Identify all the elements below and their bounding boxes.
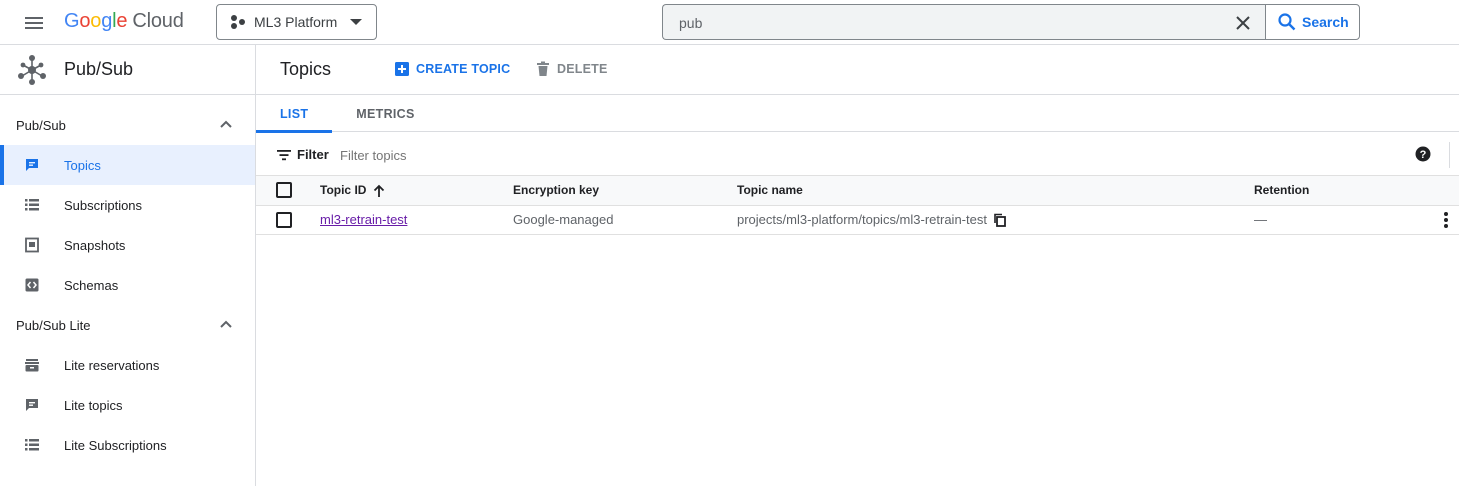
- filter-input[interactable]: [340, 145, 1240, 165]
- nav-section-label: Pub/Sub: [16, 117, 66, 133]
- reservation-icon: [24, 357, 40, 373]
- column-header-topic-name[interactable]: Topic name: [737, 176, 1254, 206]
- nav-section-pubsub[interactable]: Pub/Sub: [0, 105, 255, 145]
- sidebar-item-lite-subscriptions[interactable]: Lite Subscriptions: [0, 425, 255, 465]
- sidebar-item-label: Topics: [64, 157, 101, 173]
- row-select-cell: [256, 205, 320, 235]
- list-icon: [24, 437, 40, 453]
- sidebar-item-label: Lite reservations: [64, 357, 160, 373]
- sidebar-item-lite-topics[interactable]: Lite topics: [0, 385, 255, 425]
- snapshot-icon: [24, 237, 40, 253]
- tab-metrics[interactable]: METRICS: [332, 95, 438, 132]
- delete-label: DELETE: [557, 62, 608, 76]
- arrow-up-icon: [372, 184, 386, 198]
- table-row: ml3-retrain-test Google-managed projects…: [256, 205, 1459, 235]
- product-title: Pub/Sub: [64, 59, 134, 79]
- tab-list[interactable]: LIST: [256, 95, 333, 133]
- page-title: Topics: [280, 59, 332, 79]
- sidebar-item-topics[interactable]: Topics: [0, 145, 255, 185]
- column-label: Topic ID: [320, 182, 367, 197]
- create-topic-label: CREATE TOPIC: [416, 62, 511, 76]
- search-button-label: Search: [1302, 14, 1349, 30]
- more-vert-icon[interactable]: [1443, 211, 1449, 229]
- create-topic-button[interactable]: CREATE TOPIC: [394, 61, 510, 77]
- filter-icon: [276, 147, 292, 163]
- retention-cell: —: [1254, 205, 1429, 235]
- topic-name-cell: projects/ml3-platform/topics/ml3-retrain…: [737, 205, 1254, 235]
- project-icon: [230, 14, 246, 30]
- row-actions-cell: [1429, 205, 1459, 235]
- column-header-retention[interactable]: Retention: [1254, 176, 1429, 206]
- search-box: [662, 4, 1266, 40]
- copy-icon[interactable]: [993, 213, 1007, 228]
- topic-id-link[interactable]: ml3-retrain-test: [320, 212, 407, 227]
- menu-icon[interactable]: [22, 11, 46, 35]
- logo-cloud-word: Cloud: [132, 10, 184, 32]
- chevron-up-icon: [219, 319, 233, 329]
- sidebar-item-label: Snapshots: [64, 237, 126, 253]
- table-header-row: Topic ID Encryption key Topic name Reten…: [256, 176, 1459, 206]
- encryption-key-cell: Google-managed: [513, 205, 737, 235]
- logo-google-word: Google: [64, 10, 128, 32]
- row-checkbox[interactable]: [276, 211, 292, 228]
- divider: [1449, 142, 1450, 168]
- close-icon[interactable]: [1234, 14, 1252, 32]
- schema-icon: [24, 277, 40, 293]
- select-all-checkbox[interactable]: [276, 182, 292, 199]
- delete-button[interactable]: DELETE: [535, 61, 608, 77]
- top-bar: Google Cloud ML3 Platform Search: [0, 0, 1459, 45]
- google-cloud-logo[interactable]: Google Cloud: [64, 10, 184, 36]
- column-header-encryption-key[interactable]: Encryption key: [513, 176, 737, 206]
- sidebar-item-label: Lite topics: [64, 397, 123, 413]
- sidebar-item-label: Lite Subscriptions: [64, 437, 167, 453]
- project-name: ML3 Platform: [254, 14, 338, 30]
- sidebar-item-label: Subscriptions: [64, 197, 143, 213]
- chevron-up-icon: [219, 119, 233, 129]
- filter-label: Filter: [297, 147, 329, 162]
- tab-bar: LIST METRICS: [256, 95, 1459, 133]
- sidebar-item-label: Schemas: [64, 277, 119, 293]
- main-content: Topics CREATE TOPIC DELETE LIST METRICS …: [256, 45, 1459, 486]
- sidebar-item-schemas[interactable]: Schemas: [0, 265, 255, 305]
- add-box-icon: [394, 61, 410, 77]
- actions-header: [1429, 176, 1459, 206]
- nav-section-label: Pub/Sub Lite: [16, 317, 91, 333]
- topics-table: Topic ID Encryption key Topic name Reten…: [256, 176, 1459, 235]
- left-nav: Pub/Sub Pub/Sub Topics Subscriptions Sna…: [0, 45, 256, 486]
- pubsub-icon: [16, 54, 48, 86]
- topics-icon: [24, 157, 40, 173]
- project-picker[interactable]: ML3 Platform: [216, 4, 377, 40]
- nav-section-pubsub-lite[interactable]: Pub/Sub Lite: [0, 305, 255, 345]
- chevron-down-icon: [350, 19, 362, 25]
- trash-icon: [535, 61, 551, 77]
- topic-id-cell: ml3-retrain-test: [320, 205, 513, 235]
- topic-name-text: projects/ml3-platform/topics/ml3-retrain…: [737, 211, 987, 227]
- list-icon: [24, 197, 40, 213]
- help-icon[interactable]: ?: [1415, 146, 1431, 162]
- sidebar-item-lite-reservations[interactable]: Lite reservations: [0, 345, 255, 385]
- search-icon: [1277, 12, 1297, 32]
- select-all-cell: [256, 176, 320, 206]
- filter-bar: Filter ?: [256, 134, 1459, 176]
- product-header: Pub/Sub: [0, 45, 255, 95]
- topics-icon: [24, 397, 40, 413]
- search-input[interactable]: [679, 13, 1219, 33]
- page-header: Topics CREATE TOPIC DELETE: [256, 45, 1459, 95]
- sidebar-item-subscriptions[interactable]: Subscriptions: [0, 185, 255, 225]
- column-header-topic-id[interactable]: Topic ID: [320, 176, 513, 206]
- search-button[interactable]: Search: [1265, 4, 1360, 40]
- sidebar-item-snapshots[interactable]: Snapshots: [0, 225, 255, 265]
- svg-text:?: ?: [1420, 149, 1427, 161]
